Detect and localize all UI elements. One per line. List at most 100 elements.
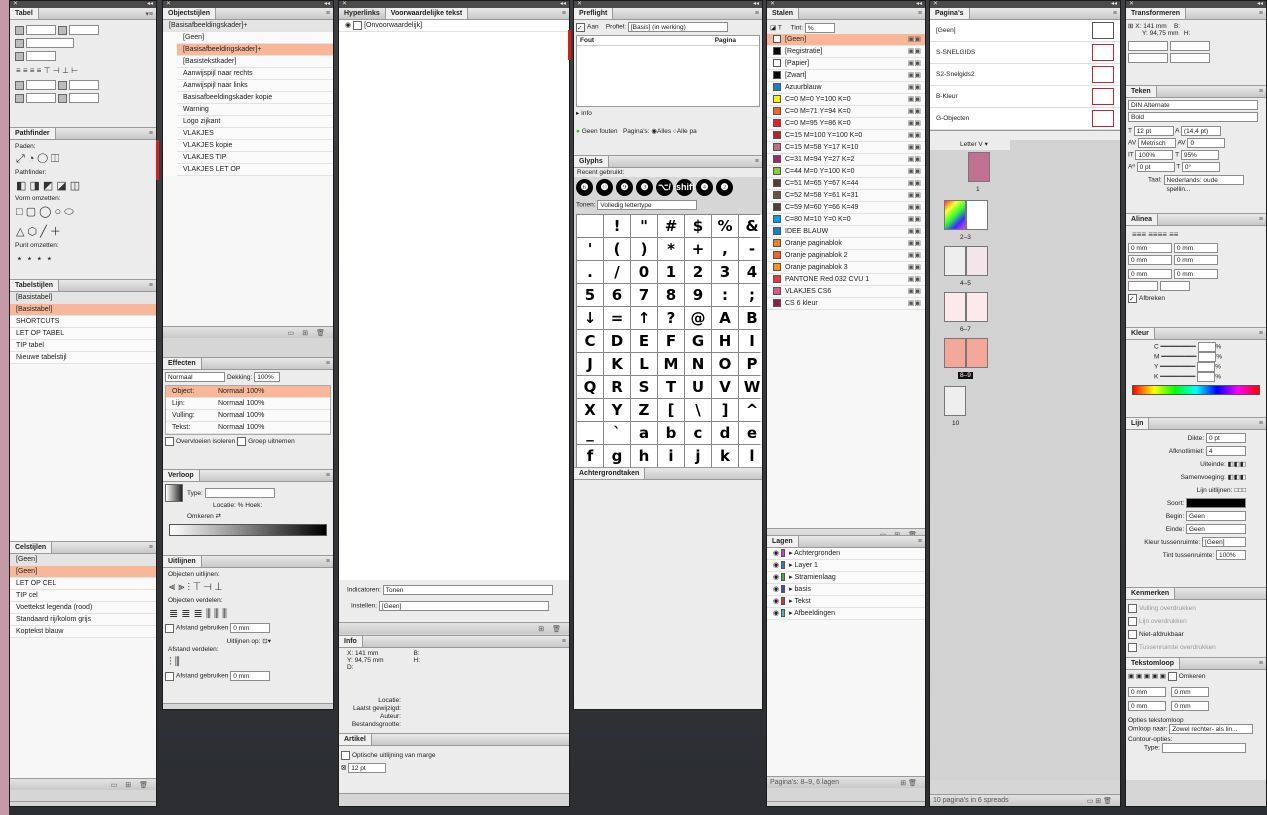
effect-row[interactable]: Vulling: Normaal 100% [166, 410, 330, 422]
tab-uitlijnen[interactable]: Uitlijnen [163, 556, 202, 567]
list-item[interactable]: LET OP TABEL [10, 328, 156, 340]
artikel-size-field[interactable]: 12 pt [348, 763, 387, 773]
checkbox[interactable] [1128, 629, 1137, 639]
glyph-cell[interactable]: B [739, 307, 762, 329]
condition-row[interactable]: ◉ [Onvoorwaardelijk] [339, 20, 569, 32]
master-thumb[interactable] [1092, 88, 1114, 105]
new-page-icon[interactable]: ⊞ [1095, 798, 1101, 805]
list-item[interactable]: TIP tabel [10, 340, 156, 352]
tab-kleur[interactable]: Kleur [1126, 328, 1155, 339]
master-row[interactable]: S-SNELGIDS [930, 42, 1120, 64]
cell-align-icons[interactable]: ≡ ≡ ≡ ≡ ⊤ ⊣ ⊥ ⊢ [12, 64, 154, 77]
font-family-select[interactable]: DIN Alternate [1128, 100, 1258, 110]
glyph-cell[interactable]: A [712, 307, 738, 329]
glyph-cell[interactable]: L [631, 353, 657, 375]
swatch-row[interactable]: CS 6 kleur ▣▣ [767, 298, 925, 310]
recent-glyph[interactable]: ❷ [716, 179, 733, 196]
page-size-icon[interactable]: ▭ [1087, 798, 1094, 805]
list-item[interactable]: Warning [177, 104, 333, 116]
cap-icons[interactable]: ◧◧◧ [1228, 461, 1246, 468]
kenmerk-option[interactable]: Lijn overdrukken [1128, 615, 1264, 628]
glyph-cell[interactable]: M [658, 353, 684, 375]
glyph-cell[interactable]: 3 [712, 261, 738, 283]
trash-icon[interactable]: 🗑 [552, 625, 561, 633]
kenmerk-option[interactable]: Niet-afdrukbaar [1128, 628, 1264, 641]
color-spectrum[interactable] [1132, 385, 1260, 395]
glyph-cell[interactable]: a [631, 422, 657, 444]
glyph-cell[interactable]: P [739, 353, 762, 375]
glyph-cell[interactable]: ! [604, 215, 630, 237]
glyph-cell[interactable]: e [739, 422, 762, 444]
page-thumb[interactable] [944, 292, 966, 322]
layer-row[interactable]: ◉ ▸ Stramienlaag [767, 572, 925, 584]
kenmerk-option[interactable]: Vulling overdrukken [1128, 602, 1264, 615]
text-icon[interactable]: T [778, 25, 782, 32]
tab-preflight[interactable]: Preflight [574, 8, 614, 19]
tab-effecten[interactable]: Effecten [163, 358, 202, 369]
glyph-cell[interactable]: D [604, 330, 630, 352]
eye-icon[interactable]: ◉ [773, 598, 781, 605]
glyph-cell[interactable]: V [712, 376, 738, 398]
swatch-row[interactable]: C=52 M=58 Y=61 K=31 ▣▣ [767, 190, 925, 202]
master-thumb[interactable] [1092, 44, 1114, 61]
tab-glyphs[interactable]: Glyphs [574, 156, 609, 167]
swatch-row[interactable]: [Papier] ▣▣ [767, 58, 925, 70]
vorm-icons[interactable]: □ ▢ ◯ ○ ⬭ [12, 203, 154, 221]
swatch-row[interactable]: C=0 M=71 Y=94 K=0 ▣▣ [767, 106, 925, 118]
list-item[interactable]: [Geen] [177, 32, 333, 44]
align-icons[interactable]: ⫷ ⫸ ⫶ ⊤ ⊣ ⊥ [165, 579, 331, 596]
master-row[interactable]: [Geen] [930, 20, 1120, 42]
glyph-cell[interactable]: , [712, 238, 738, 260]
glyph-cell[interactable]: G [685, 330, 711, 352]
tab-objectstijlen[interactable]: Objectstijlen [163, 8, 217, 19]
tab-verloop[interactable]: Verloop [163, 470, 200, 481]
glyph-cell[interactable]: Q [577, 376, 603, 398]
glyph-cell[interactable]: U [685, 376, 711, 398]
list-item[interactable]: Aanwijspijl naar rechts [177, 68, 333, 80]
list-item[interactable]: Standaard rij/kolom grijs [10, 614, 156, 626]
page-thumb[interactable] [966, 200, 988, 230]
glyph-cell[interactable]: ` [604, 422, 630, 444]
optische-uitlijning-checkbox[interactable] [341, 751, 350, 760]
glyph-cell[interactable]: I [739, 330, 762, 352]
layer-row[interactable]: ◉ ▸ basis [767, 584, 925, 596]
master-thumb[interactable] [1092, 22, 1114, 39]
pathfinder-icons[interactable]: ◧ ◨ ◩ ◪ ◫ [12, 177, 154, 194]
list-item[interactable]: [Basistekstkader] [177, 56, 333, 68]
glyph-cell[interactable]: j [685, 445, 711, 467]
panel-menu-icon[interactable]: ▾≡ [142, 8, 156, 19]
glyph-cell[interactable]: 7 [631, 284, 657, 306]
gradient-swatch[interactable] [165, 484, 183, 502]
glyph-cell[interactable]: ? [658, 307, 684, 329]
glyph-cell[interactable]: @ [685, 307, 711, 329]
distribute-spacing-icons[interactable]: ⫶ ⫼ [165, 654, 331, 671]
list-item[interactable]: VLAKJES kopie [177, 140, 333, 152]
page-thumb[interactable] [966, 292, 988, 322]
glyph-cell[interactable]: Y [604, 399, 630, 421]
layer-row[interactable]: ◉ ▸ Layer 1 [767, 560, 925, 572]
list-item[interactable]: [Geen] [10, 566, 156, 578]
tab-lagen[interactable]: Lagen [767, 536, 799, 547]
swatch-row[interactable]: [Zwart] ▣▣ [767, 70, 925, 82]
tab-artikel[interactable]: Artikel [339, 734, 372, 745]
checkbox[interactable] [1128, 616, 1137, 626]
eye-icon[interactable]: ◉ [345, 22, 351, 29]
recent-glyph[interactable]: ❿ [596, 179, 613, 196]
list-item[interactable]: Logo zijkant [177, 116, 333, 128]
tab-achtergrondtaken[interactable]: Achtergrondtaken [574, 468, 646, 479]
list-item[interactable]: Voettekst legenda (rood) [10, 602, 156, 614]
effect-row[interactable]: Tekst: Normaal 100% [166, 422, 330, 434]
glyph-cell[interactable]: d [712, 422, 738, 444]
groep-checkbox[interactable] [237, 437, 247, 446]
stroke-align-icons[interactable]: □□□ [1234, 487, 1246, 494]
master-row[interactable]: B-Kleur [930, 86, 1120, 108]
glyph-cell[interactable]: W [739, 376, 762, 398]
eye-icon[interactable]: ◉ [773, 550, 781, 557]
glyph-cell[interactable]: _ [577, 422, 603, 444]
glyph-cell[interactable]: b [658, 422, 684, 444]
glyph-cell[interactable]: & [739, 215, 762, 237]
new-layer-icon[interactable]: ⊞ [900, 780, 906, 787]
list-item[interactable]: [Basisafbeeldingskader]+ [177, 44, 333, 56]
swatch-row[interactable]: Oranje paginablok ▣▣ [767, 238, 925, 250]
gradient-ramp[interactable] [169, 524, 327, 536]
